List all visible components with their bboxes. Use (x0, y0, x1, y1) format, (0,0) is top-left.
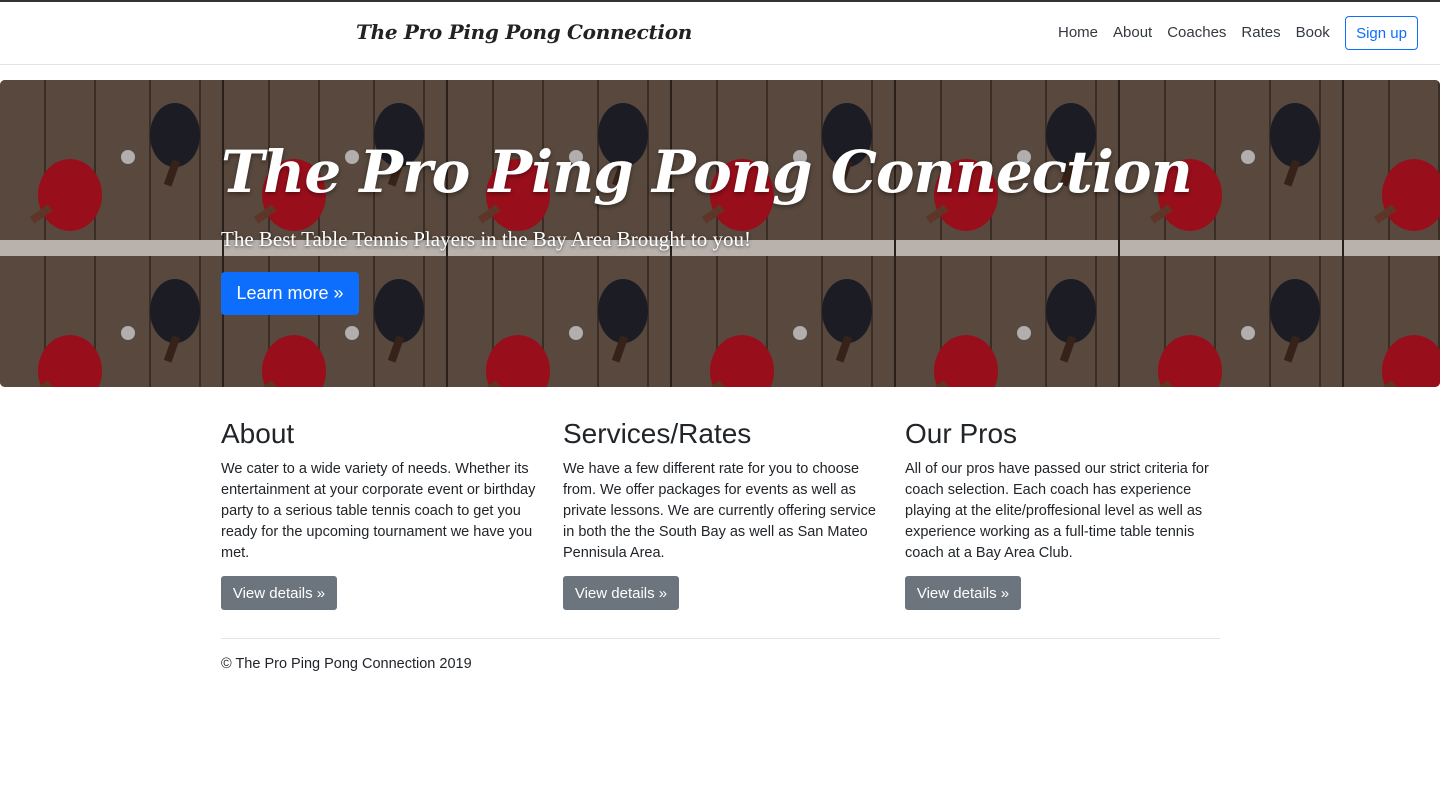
services-column: Services/Rates We have a few different r… (563, 418, 878, 610)
hero-title: The Pro Ping Pong Connection (221, 138, 1193, 206)
about-heading: About (221, 418, 295, 449)
pros-view-details-button[interactable]: View details » (905, 576, 1021, 610)
about-view-details-button[interactable]: View details » (221, 576, 337, 610)
services-text: We have a few different rate for you to … (563, 461, 876, 561)
hero-banner: The Pro Ping Pong Connection The Best Ta… (0, 80, 1440, 387)
signup-button[interactable]: Sign up (1345, 16, 1418, 50)
brand-logo[interactable]: The Pro Ping Pong Connection (356, 20, 692, 44)
footer-divider (221, 638, 1220, 639)
nav-link-home[interactable]: Home (1058, 24, 1098, 41)
learn-more-button[interactable]: Learn more » (221, 272, 359, 315)
about-column: About We cater to a wide variety of need… (221, 418, 536, 610)
pros-heading: Our Pros (905, 418, 1018, 449)
nav-link-book[interactable]: Book (1296, 24, 1330, 41)
nav-link-about[interactable]: About (1113, 24, 1152, 41)
footer-copyright: © The Pro Ping Pong Connection 2019 (221, 656, 472, 672)
pros-column: Our Pros All of our pros have passed our… (905, 418, 1220, 610)
about-text: We cater to a wide variety of needs. Whe… (221, 461, 536, 561)
nav-links: Home About Coaches Rates Book (1058, 24, 1345, 41)
services-view-details-button[interactable]: View details » (563, 576, 679, 610)
nav-link-coaches[interactable]: Coaches (1167, 24, 1226, 41)
navbar: The Pro Ping Pong Connection Home About … (0, 2, 1440, 65)
services-heading: Services/Rates (563, 418, 752, 449)
nav-link-rates[interactable]: Rates (1241, 24, 1280, 41)
pros-text: All of our pros have passed our strict c… (905, 461, 1209, 561)
hero-subtitle: The Best Table Tennis Players in the Bay… (221, 227, 751, 251)
